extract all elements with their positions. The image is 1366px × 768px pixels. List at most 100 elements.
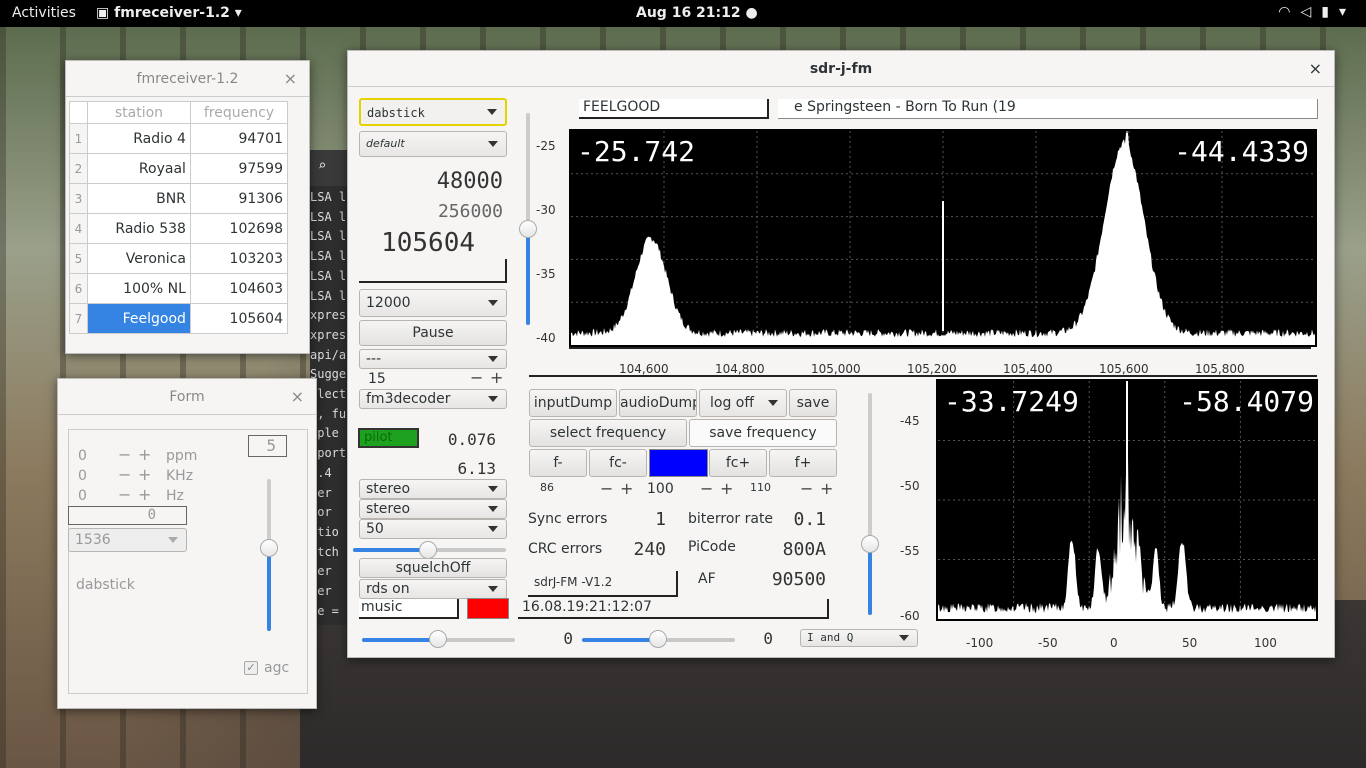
f-plus-button[interactable]: f+ xyxy=(769,449,837,477)
khz-plus-button[interactable]: + xyxy=(138,465,151,484)
agc-checkbox[interactable]: ✓ xyxy=(244,661,258,675)
khz-value[interactable]: 0 xyxy=(78,468,87,484)
frequency-cell[interactable]: 102698 xyxy=(189,213,289,244)
station-cell[interactable]: Feelgood xyxy=(87,303,191,334)
pause-button-label: Pause xyxy=(412,325,454,341)
deemphasis-combo[interactable]: 50 xyxy=(359,519,507,539)
save-button[interactable]: save xyxy=(789,389,837,417)
frequency-cell[interactable]: 105604 xyxy=(189,303,289,334)
table-row[interactable]: 4 Radio 538 102698 xyxy=(69,213,289,244)
step-b-minus-button[interactable]: − xyxy=(700,479,713,498)
profile-combo[interactable]: default xyxy=(359,131,507,157)
frequency-cell[interactable]: 104603 xyxy=(189,273,289,304)
station-cell[interactable]: 100% NL xyxy=(87,273,191,304)
dashes-combo[interactable]: --- xyxy=(359,349,507,369)
audio-left-value: -33.7249 xyxy=(944,385,1079,418)
sync-errors-lcd: 1 xyxy=(655,509,666,530)
station-cell[interactable]: Royaal xyxy=(87,153,191,184)
audio-level-slider-handle[interactable] xyxy=(861,535,879,553)
clock[interactable]: Aug 16 21:12 ● xyxy=(636,5,758,21)
frequency-cell[interactable]: 91306 xyxy=(189,183,289,214)
fc-minus-button[interactable]: fc- xyxy=(589,449,647,477)
balance-slider-handle[interactable] xyxy=(419,541,437,559)
pause-button[interactable]: Pause xyxy=(359,320,507,346)
frequency-cell[interactable]: 94701 xyxy=(189,123,289,154)
ppm-value[interactable]: 0 xyxy=(78,448,87,464)
stereo-combo-2[interactable]: stereo xyxy=(359,499,507,519)
close-icon[interactable]: × xyxy=(1309,51,1322,87)
station-cell[interactable]: Veronica xyxy=(87,243,191,274)
column-header-frequency[interactable]: frequency xyxy=(189,101,289,124)
hz-minus-button[interactable]: − xyxy=(118,485,131,504)
step-a-plus-button[interactable]: + xyxy=(620,479,633,498)
activities-button[interactable]: Activities xyxy=(12,5,76,21)
iq-combo[interactable]: I and Q xyxy=(800,629,918,647)
table-row[interactable]: 6 100% NL 104603 xyxy=(69,273,289,304)
volume-slider-1-handle[interactable] xyxy=(429,630,447,648)
iq-combo-value: I and Q xyxy=(807,631,854,644)
volume-slider-2-fill xyxy=(582,638,658,642)
ppm-plus-button[interactable]: + xyxy=(138,445,151,464)
audio-dump-button[interactable]: audioDump xyxy=(619,389,697,417)
input-dump-button[interactable]: inputDump xyxy=(529,389,617,417)
table-row[interactable]: 7 Feelgood 105604 xyxy=(69,303,289,334)
x-tick-label: 105,000 xyxy=(811,362,861,376)
station-cell[interactable]: Radio 4 xyxy=(87,123,191,154)
log-combo[interactable]: log off xyxy=(699,389,787,417)
f-minus-button[interactable]: f- xyxy=(529,449,587,477)
table-row[interactable]: 1 Radio 4 94701 xyxy=(69,123,289,154)
spectrum-level-slider[interactable] xyxy=(526,113,530,325)
hz-value[interactable]: 0 xyxy=(78,488,87,504)
rate-combo[interactable]: 1536 xyxy=(68,528,187,552)
app-menu-label: fmreceiver-1.2 xyxy=(114,5,230,21)
table-row[interactable]: 2 Royaal 97599 xyxy=(69,153,289,184)
volume-slider-2-handle[interactable] xyxy=(649,630,667,648)
ppm-minus-button[interactable]: − xyxy=(118,445,131,464)
station-cell[interactable]: Radio 538 xyxy=(87,213,191,244)
step-a-minus-button[interactable]: − xyxy=(600,479,613,498)
frequency-cell[interactable]: 103203 xyxy=(189,243,289,274)
step-b-plus-button[interactable]: + xyxy=(720,479,733,498)
x-tick-label: 100 xyxy=(1254,636,1277,650)
audio-spectrum[interactable]: -33.7249 -58.4079 xyxy=(936,379,1318,621)
biterror-label: biterror rate xyxy=(688,511,774,527)
rds-combo[interactable]: rds on xyxy=(359,579,507,599)
step-b-value[interactable]: 100 xyxy=(647,481,674,497)
step-c-value[interactable]: 110 xyxy=(750,481,771,494)
close-icon[interactable]: × xyxy=(284,61,297,97)
station-cell[interactable]: BNR xyxy=(87,183,191,214)
step-c-minus-button[interactable]: − xyxy=(800,479,813,498)
frequency-lcd: 105604 xyxy=(381,228,475,258)
fc-plus-button[interactable]: fc+ xyxy=(709,449,767,477)
frequency-cell[interactable]: 97599 xyxy=(189,153,289,184)
hz-plus-button[interactable]: + xyxy=(138,485,151,504)
spin-plus-button[interactable]: + xyxy=(490,368,503,387)
spin-value[interactable]: 15 xyxy=(368,371,386,387)
select-frequency-button[interactable]: select frequency xyxy=(529,419,687,447)
device-combo[interactable]: dabstick xyxy=(359,98,507,126)
close-icon[interactable]: × xyxy=(291,379,304,415)
step-c-plus-button[interactable]: + xyxy=(820,479,833,498)
spin-minus-button[interactable]: − xyxy=(470,368,483,387)
row-number: 5 xyxy=(69,243,88,274)
decoder-combo[interactable]: fm3decoder xyxy=(359,389,507,409)
spectrum-level-slider-handle[interactable] xyxy=(519,220,537,238)
table-row[interactable]: 3 BNR 91306 xyxy=(69,183,289,214)
rate-lcd-1: 48000 xyxy=(436,169,503,194)
column-header-station[interactable]: station xyxy=(87,101,191,124)
form-window: Form × 0 − + ppm 0 − + KHz 0 − + Hz 0 5 1… xyxy=(57,378,317,709)
input-dump-label: inputDump xyxy=(533,395,613,411)
stereo-combo-1[interactable]: stereo xyxy=(359,479,507,499)
spectrum-right-value: -44.4339 xyxy=(1174,135,1309,168)
gain-slider-handle[interactable] xyxy=(260,539,278,557)
system-tray[interactable]: ◠◁▮▾ xyxy=(1278,4,1356,20)
main-spectrum[interactable]: -25.742 -44.4339 xyxy=(569,129,1317,347)
khz-minus-button[interactable]: − xyxy=(118,465,131,484)
step-a-value[interactable]: 86 xyxy=(540,481,554,494)
app-menu[interactable]: ▣ fmreceiver-1.2 ▾ xyxy=(96,5,242,21)
squelch-button[interactable]: squelchOff xyxy=(359,558,507,578)
save-frequency-button[interactable]: save frequency xyxy=(689,419,837,447)
table-row[interactable]: 5 Veronica 103203 xyxy=(69,243,289,274)
bandwidth-combo[interactable]: 12000 xyxy=(359,289,507,317)
audio-level-slider[interactable] xyxy=(868,393,872,615)
